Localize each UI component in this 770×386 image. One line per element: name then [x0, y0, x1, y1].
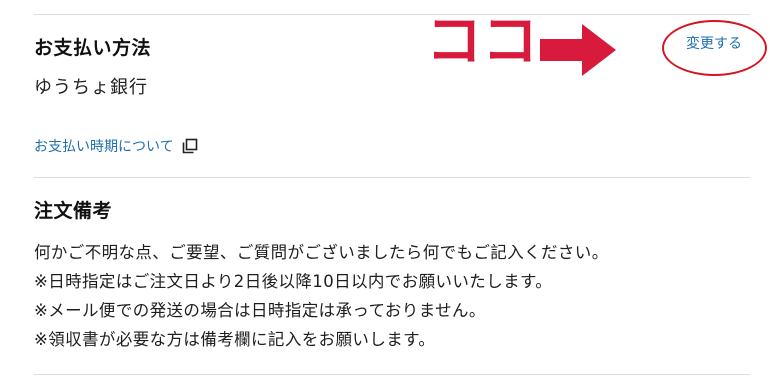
notes-line: 何かご不明な点、ご要望、ご質問がございましたら何でもご記入ください。: [34, 243, 609, 262]
notes-line: ※領収書が必要な方は備考欄に記入をお願いします。: [34, 330, 436, 349]
payment-timing-link[interactable]: お支払い時期について: [34, 136, 198, 156]
highlight-circle: [662, 20, 767, 76]
annotation-text: ココ: [426, 9, 538, 74]
notes-line: ※メール便での発送の場合は日時指定は承っておりません。: [34, 301, 486, 320]
top-divider: [34, 14, 750, 15]
order-notes-text: 何かご不明な点、ご要望、ご質問がございましたら何でもご記入ください。 ※日時指定…: [34, 238, 609, 354]
payment-method-value: ゆうちょ銀行: [34, 77, 148, 98]
middle-divider: [34, 177, 750, 178]
payment-timing-link-label: お支払い時期について: [34, 139, 174, 155]
notes-line: ※日時指定はご注文日より2日後以降10日以内でお願いいたします。: [34, 272, 553, 291]
bottom-divider: [34, 374, 750, 375]
order-notes-title: 注文備考: [34, 200, 113, 222]
external-window-icon: [182, 138, 197, 154]
right-arrow-icon: [540, 24, 616, 76]
payment-method-title: お支払い方法: [34, 37, 152, 59]
